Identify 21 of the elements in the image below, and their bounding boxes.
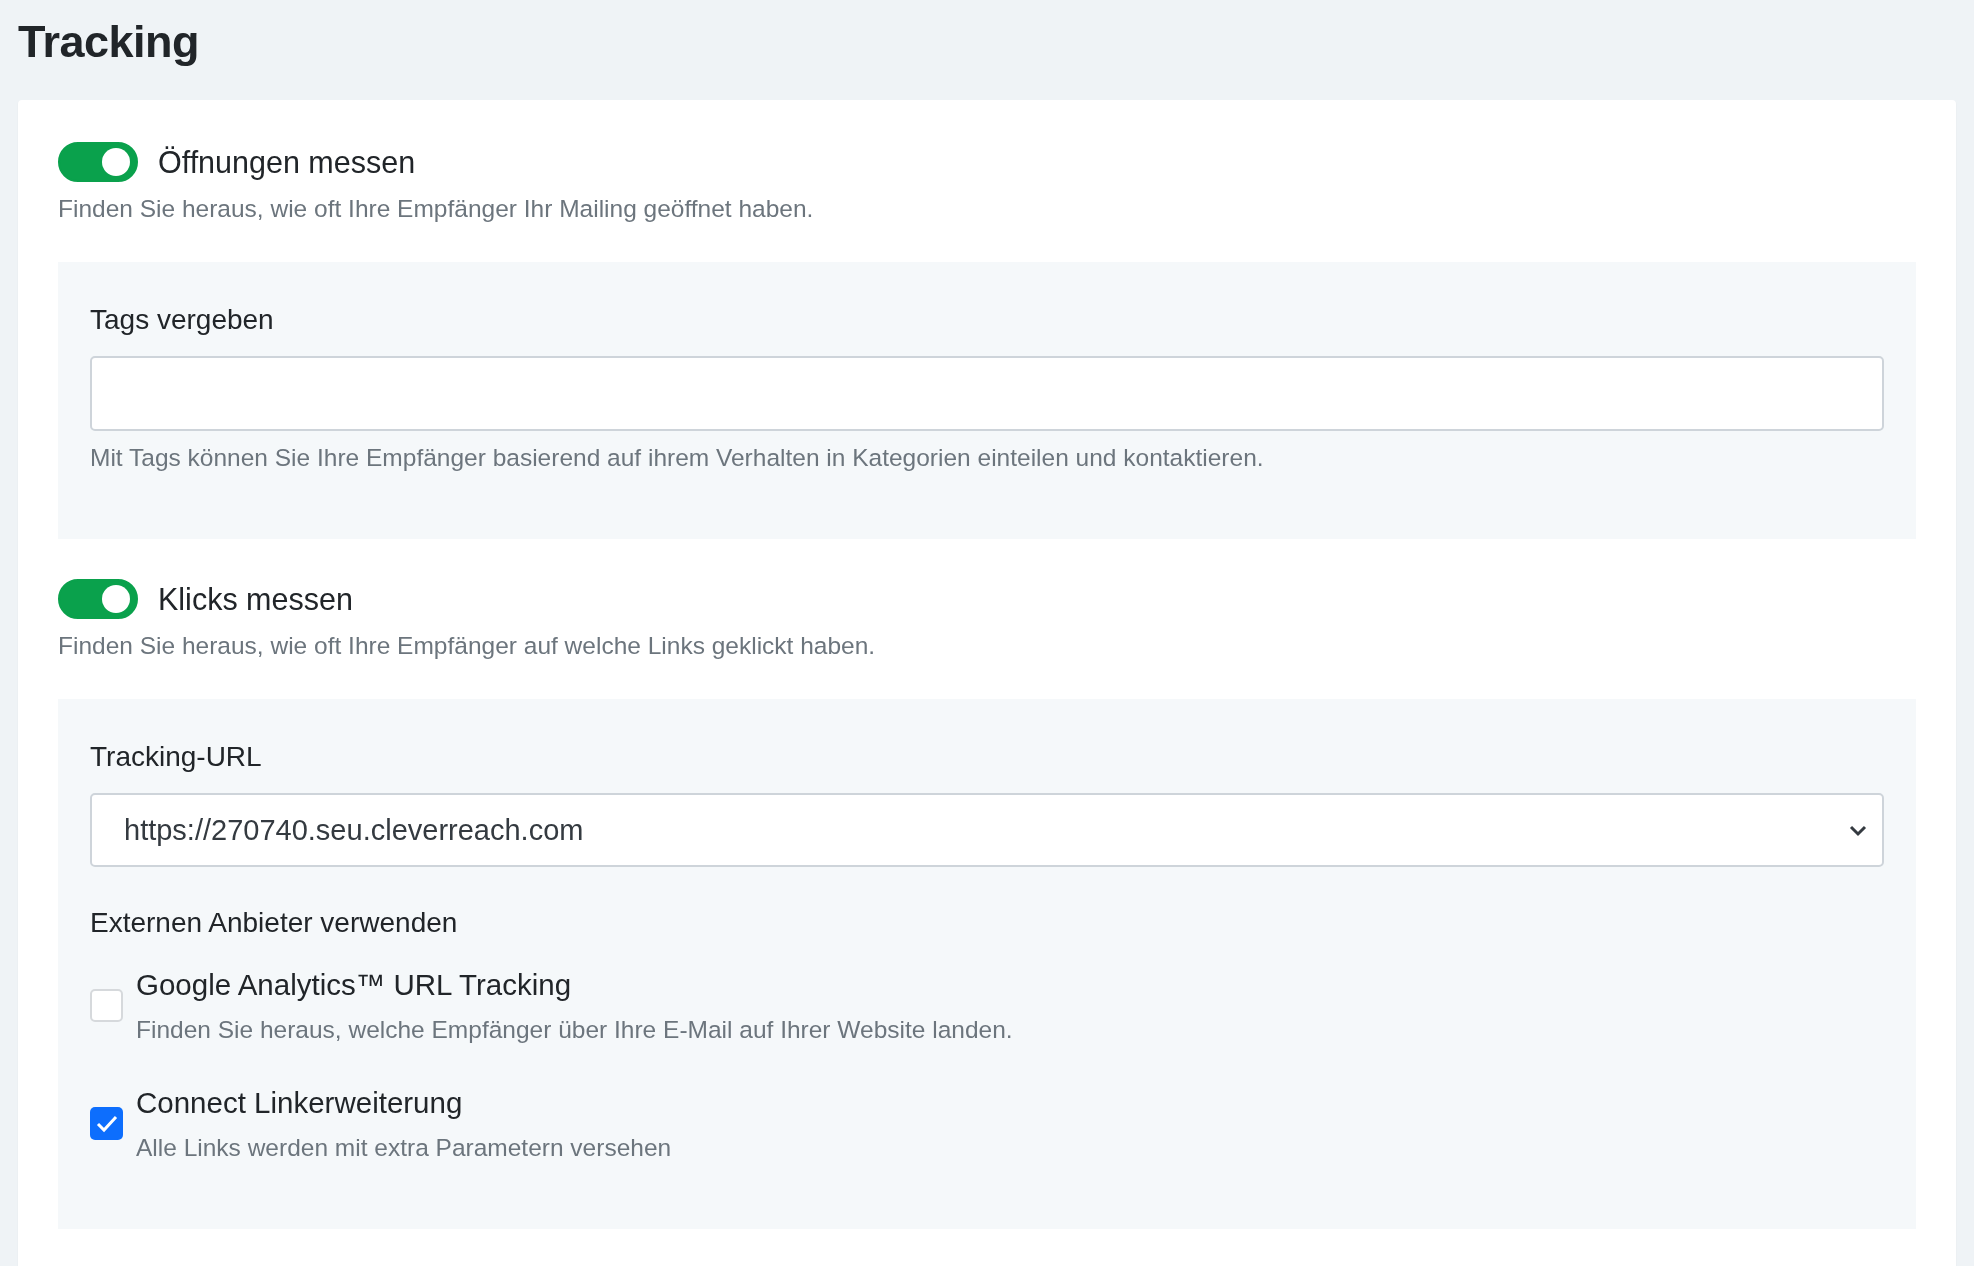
option-description: Finden Sie heraus, welche Empfänger über Ihre E-Mail auf Ihrer Website landen.	[136, 1015, 1013, 1045]
toggle-switch[interactable]	[58, 142, 138, 182]
help-text: Mit Tags können Sie Ihre Empfänger basierend auf ihrem Verhalten in Kategorien einteilen und kontaktieren.	[90, 443, 1265, 473]
toggle-label: Klicks messen	[158, 581, 353, 617]
description-text: Finden Sie heraus, wie oft Ihre Empfänger Ihr Mailing geöffnet haben.	[58, 194, 815, 224]
option-label: Google Analytics™ URL Tracking	[136, 967, 573, 1003]
option-label: Connect Linkerweiterung	[136, 1085, 464, 1121]
checkbox[interactable]	[90, 1107, 123, 1140]
toggle-switch[interactable]	[58, 579, 138, 619]
chevron-down-icon	[1848, 823, 1868, 837]
field-label: Tags vergeben	[90, 303, 275, 337]
group-label: Externen Anbieter verwenden	[90, 906, 459, 940]
description-text: Finden Sie heraus, wie oft Ihre Empfänger auf welche Links geklickt haben.	[58, 631, 877, 661]
url-select[interactable]: https://270740.seu.cleverreach.com	[90, 793, 1884, 867]
toggle-label: Öffnungen messen	[158, 144, 416, 180]
tags-input-field[interactable]	[90, 356, 1884, 431]
checkmark-icon	[95, 1114, 118, 1133]
page-title: Tracking	[18, 15, 201, 69]
checkbox[interactable]	[90, 989, 123, 1022]
option-description: Alle Links werden mit extra Parametern versehen	[136, 1133, 672, 1163]
field-label: Tracking-URL	[90, 740, 263, 774]
